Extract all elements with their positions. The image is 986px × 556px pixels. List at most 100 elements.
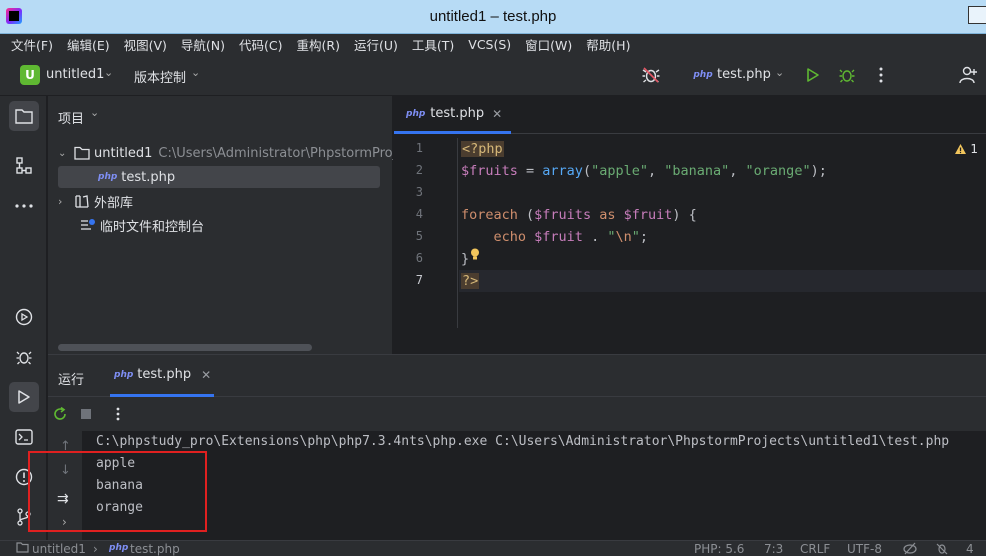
- lightbulb-icon[interactable]: [470, 248, 480, 265]
- tree-item-test-php[interactable]: php test.php: [58, 166, 380, 188]
- terminal-icon[interactable]: [9, 422, 39, 452]
- window-control-button[interactable]: [968, 6, 986, 24]
- code-text-area[interactable]: <?php $fruits = array("apple", "banana",…: [459, 138, 986, 338]
- menu-refactor[interactable]: 重构(R): [290, 35, 347, 54]
- code-line-7: ?>: [461, 273, 480, 289]
- project-panel: 项目 ⌄ ⌄ untitled1 C:\Users\Administrator\…: [48, 96, 396, 354]
- debug-listen-icon[interactable]: [935, 542, 949, 556]
- project-badge[interactable]: U: [20, 65, 40, 85]
- tree-item-scratches[interactable]: 临时文件和控制台: [58, 214, 204, 236]
- project-folder-icon[interactable]: [9, 101, 39, 131]
- output-highlight-box: [28, 451, 207, 532]
- chevron-down-icon[interactable]: ⌄: [90, 106, 99, 119]
- php-version-widget[interactable]: PHP: 5.6: [694, 542, 744, 556]
- close-icon[interactable]: ✕: [201, 368, 211, 382]
- php-file-icon: php: [406, 108, 426, 119]
- console-output[interactable]: C:\phpstudy_pro\Extensions\php\php7.3.4n…: [82, 431, 986, 541]
- line-number: 5: [415, 229, 423, 243]
- menu-navigate[interactable]: 导航(N): [174, 35, 232, 54]
- line-number: 7: [415, 273, 423, 287]
- code-editor: php test.php ✕ 1 1 2 3 4 5 6 7 <?php $fr…: [393, 96, 986, 354]
- more-actions-icon[interactable]: [108, 404, 128, 424]
- code-line-1: <?php: [461, 141, 504, 157]
- services-icon[interactable]: [9, 302, 39, 332]
- status-bar: untitled1 › php test.php PHP: 5.6 7:3 CR…: [0, 540, 986, 556]
- editor-tab-label: test.php: [430, 106, 485, 121]
- chevron-down-icon[interactable]: ⌄: [104, 66, 113, 79]
- line-number: 6: [415, 251, 423, 265]
- stop-icon[interactable]: [76, 404, 96, 424]
- project-root-path: C:\Users\Administrator\PhpstormProj: [158, 145, 397, 161]
- chevron-down-icon[interactable]: ⌄: [58, 148, 74, 159]
- structure-icon[interactable]: [9, 151, 39, 181]
- menu-window[interactable]: 窗口(W): [518, 35, 579, 54]
- menu-file[interactable]: 文件(F): [4, 35, 60, 54]
- project-panel-title[interactable]: 项目: [58, 108, 84, 127]
- tree-item-project-root[interactable]: ⌄ untitled1 C:\Users\Administrator\Phpst…: [58, 142, 396, 164]
- tree-item-label: test.php: [121, 169, 176, 185]
- horizontal-scrollbar[interactable]: [58, 344, 312, 351]
- title-bar: untitled1 – test.php: [0, 0, 986, 34]
- menu-view[interactable]: 视图(V): [117, 35, 174, 54]
- php-file-icon: php: [114, 369, 134, 380]
- editor-tab-bar: php test.php ✕: [394, 96, 986, 134]
- add-user-icon[interactable]: [958, 65, 978, 85]
- code-line-6: }: [461, 251, 470, 267]
- menu-run[interactable]: 运行(U): [347, 35, 405, 54]
- run-config-selector[interactable]: test.php: [717, 67, 771, 82]
- line-ending-widget[interactable]: CRLF: [800, 542, 830, 556]
- line-number: 1: [415, 141, 423, 155]
- line-number: 3: [415, 185, 423, 199]
- scratches-icon: [81, 219, 95, 230]
- more-actions-icon[interactable]: [871, 65, 891, 85]
- debug-icon[interactable]: [837, 65, 857, 85]
- main-toolbar: U untitled1 ⌄ 版本控制 ⌄ php test.php ⌄: [0, 54, 986, 96]
- debug-listen-icon[interactable]: [641, 65, 661, 85]
- code-line-2: $fruits = array("apple", "banana", "oran…: [461, 163, 827, 179]
- run-tool-icon[interactable]: [9, 382, 39, 412]
- menu-code[interactable]: 代码(C): [232, 35, 289, 54]
- vcs-widget[interactable]: 版本控制: [134, 67, 186, 86]
- breadcrumb-project[interactable]: untitled1: [32, 542, 86, 556]
- encoding-widget[interactable]: UTF-8: [847, 542, 882, 556]
- run-toolbar: [48, 397, 986, 431]
- indent-widget[interactable]: 4: [966, 542, 974, 556]
- readonly-toggle-icon[interactable]: [903, 542, 917, 556]
- chevron-down-icon[interactable]: ⌄: [775, 66, 784, 79]
- project-switcher[interactable]: untitled1: [46, 67, 104, 82]
- menu-tools[interactable]: 工具(T): [405, 35, 461, 54]
- chevron-down-icon[interactable]: ⌄: [191, 66, 200, 79]
- editor-tab-test-php[interactable]: php test.php ✕: [394, 96, 511, 134]
- caret-position-widget[interactable]: 7:3: [764, 542, 783, 556]
- debug-tool-icon[interactable]: [9, 342, 39, 372]
- line-number-gutter: 1 2 3 4 5 6 7: [394, 138, 458, 328]
- code-line-5: echo $fruit . "\n";: [493, 229, 649, 245]
- chevron-right-icon[interactable]: ›: [58, 195, 74, 208]
- library-icon: [75, 195, 89, 208]
- php-file-icon: php: [693, 70, 713, 80]
- close-icon[interactable]: ✕: [492, 107, 502, 121]
- tree-item-external-libraries[interactable]: › 外部库: [58, 190, 133, 212]
- window-title: untitled1 – test.php: [429, 8, 557, 25]
- run-panel-title: 运行: [58, 373, 85, 388]
- breadcrumb-separator: ›: [93, 542, 98, 556]
- php-file-icon: php: [98, 172, 118, 182]
- folder-icon: [74, 146, 90, 160]
- run-tab-test-php[interactable]: php test.php ✕: [110, 355, 214, 397]
- line-number: 4: [415, 207, 423, 221]
- menu-bar: 文件(F) 编辑(E) 视图(V) 导航(N) 代码(C) 重构(R) 运行(U…: [0, 34, 986, 54]
- menu-vcs[interactable]: VCS(S): [461, 37, 518, 52]
- line-number: 2: [415, 163, 423, 177]
- run-icon[interactable]: [803, 65, 823, 85]
- code-line-4: foreach ($fruits as $fruit) {: [461, 207, 697, 223]
- run-panel-header: 运行 php test.php ✕: [48, 355, 986, 397]
- rerun-icon[interactable]: [50, 404, 70, 424]
- folder-icon: [16, 542, 29, 556]
- more-tools-icon[interactable]: [9, 191, 39, 221]
- breadcrumb-file[interactable]: test.php: [130, 542, 180, 556]
- tree-item-label: 外部库: [94, 195, 134, 211]
- menu-edit[interactable]: 编辑(E): [60, 35, 117, 54]
- project-root-name: untitled1: [94, 145, 153, 161]
- menu-help[interactable]: 帮助(H): [579, 35, 637, 54]
- console-command-line: C:\phpstudy_pro\Extensions\php\php7.3.4n…: [96, 434, 950, 449]
